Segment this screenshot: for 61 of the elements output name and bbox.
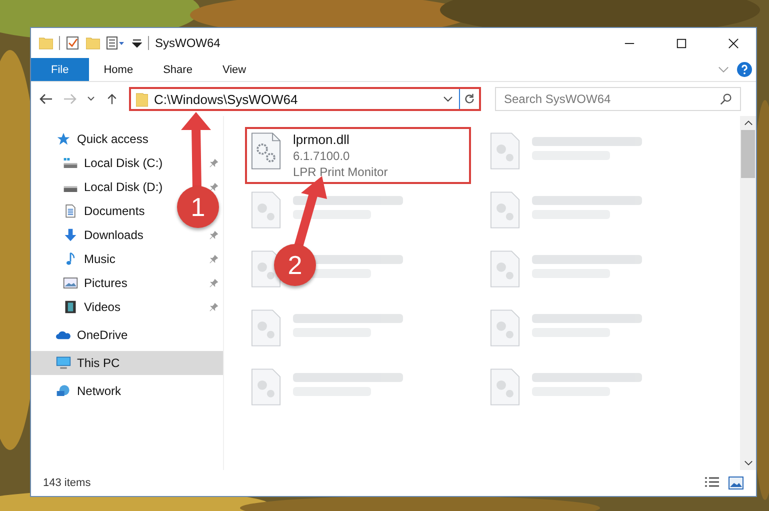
monitor-icon — [56, 356, 71, 370]
file-item[interactable]: lprmon.dll 6.1.7100.0 LPR Print Monitor — [245, 127, 471, 184]
window-title: SysWOW64 — [155, 36, 220, 50]
nav-item[interactable]: Network — [31, 379, 122, 403]
network-icon — [56, 384, 71, 398]
search-field[interactable]: Search SysWOW64 — [495, 87, 741, 111]
file-menu-button[interactable]: File — [31, 58, 89, 81]
scrollbar[interactable] — [740, 116, 756, 470]
search-icon — [720, 93, 732, 105]
download-arrow-icon — [63, 228, 78, 242]
drive-icon — [63, 156, 78, 170]
scroll-thumb[interactable] — [741, 130, 755, 178]
pin-icon[interactable] — [209, 278, 219, 288]
address-path: C:\Windows\SysWOW64 — [154, 92, 298, 106]
dropdown-icon[interactable] — [443, 96, 453, 102]
ribbon-tab[interactable]: View — [207, 58, 262, 81]
file-detail: LPR Print Monitor — [293, 164, 388, 180]
ribbon-tab[interactable]: Home — [88, 58, 148, 81]
pin-icon[interactable] — [209, 302, 219, 312]
nav-item[interactable]: Local Disk (C:) — [31, 151, 163, 175]
expand-ribbon-icon[interactable] — [718, 66, 729, 74]
gear-file-icon — [251, 132, 281, 170]
maximize-icon — [676, 38, 686, 48]
forward-arrow-icon[interactable] — [63, 93, 77, 105]
address-bar[interactable]: C:\Windows\SysWOW64 — [129, 87, 481, 111]
folder-icon[interactable] — [86, 36, 100, 50]
pin-icon[interactable] — [209, 182, 219, 192]
up-arrow-icon[interactable] — [105, 93, 119, 105]
checkmark-icon[interactable] — [66, 36, 80, 50]
item-count: 143 items — [43, 477, 91, 489]
nav-item[interactable]: Downloads — [31, 223, 144, 247]
ribbon-tab[interactable]: Share — [148, 58, 208, 81]
file-name: lprmon.dll — [293, 132, 350, 148]
pin-icon[interactable] — [209, 254, 219, 264]
nav-item[interactable]: Local Disk (D:) — [31, 175, 163, 199]
large-icons-view-icon[interactable] — [728, 476, 744, 490]
back-arrow-icon[interactable] — [39, 93, 53, 105]
folder-icon[interactable] — [39, 36, 53, 50]
pin-icon[interactable] — [209, 158, 219, 168]
close-icon — [728, 38, 738, 48]
nav-item[interactable]: Pictures — [31, 271, 128, 295]
nav-item[interactable]: Documents — [31, 199, 145, 223]
folder-icon — [136, 92, 148, 106]
nav-item[interactable]: Music — [31, 247, 116, 271]
nav-item[interactable]: Videos — [31, 295, 120, 319]
scroll-down-icon[interactable] — [744, 460, 752, 466]
picture-frame-icon — [63, 276, 78, 290]
file-detail: 6.1.7100.0 — [293, 148, 351, 164]
dropdown-icon[interactable] — [132, 38, 142, 48]
document-icon — [63, 204, 78, 218]
scroll-up-icon[interactable] — [744, 120, 752, 126]
help-icon[interactable] — [737, 62, 752, 77]
star-icon — [56, 132, 71, 146]
properties-icon[interactable] — [106, 36, 126, 50]
film-strip-icon — [63, 300, 78, 314]
details-view-icon[interactable] — [704, 476, 720, 490]
nav-item[interactable]: Quick access — [31, 127, 148, 151]
nav-item[interactable]: OneDrive — [31, 323, 128, 347]
pin-icon[interactable] — [209, 230, 219, 240]
nav-item[interactable]: This PC — [31, 351, 223, 375]
recent-locations-icon[interactable] — [87, 96, 95, 102]
